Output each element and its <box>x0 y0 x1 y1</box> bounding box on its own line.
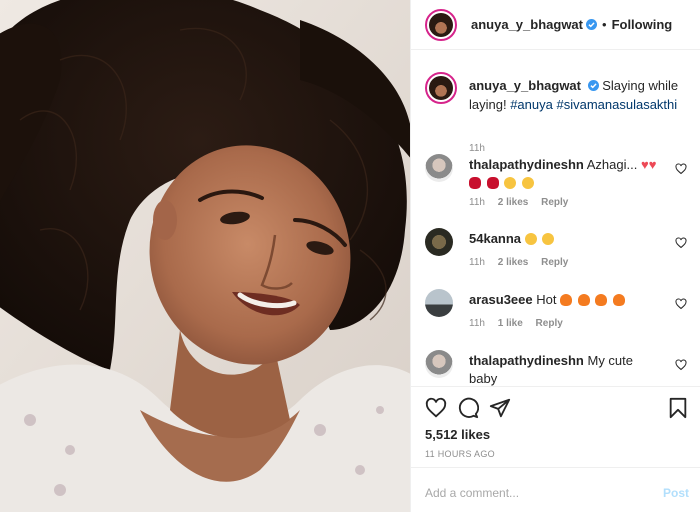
verified-badge-icon <box>586 19 597 30</box>
comment-likes[interactable]: 2 likes <box>498 197 529 208</box>
wink-kiss-emoji-icon <box>504 177 517 189</box>
commenter-avatar[interactable] <box>425 289 453 317</box>
post-timestamp[interactable]: 11 HOURS AGO <box>425 449 495 459</box>
post-side-panel: anuya_y_bhagwat • Following anuya_y_bhag… <box>410 0 700 512</box>
comment-meta: 11h 1 like Reply <box>469 318 573 329</box>
grin-emoji-icon <box>524 233 537 245</box>
comment-text: thalapathydineshn My cute baby <box>469 352 659 386</box>
fire-emoji-icon <box>612 294 625 306</box>
heart-icon[interactable] <box>425 397 447 419</box>
comment-icon[interactable] <box>457 397 479 419</box>
comment-body: Hot <box>536 292 557 307</box>
comment-time[interactable]: 11h <box>469 197 485 208</box>
post-actions: 5,512 likes 11 HOURS AGO Add a comment..… <box>411 386 700 512</box>
share-icon[interactable] <box>489 397 511 419</box>
comment-username[interactable]: arasu3eee <box>469 292 533 307</box>
comment-item: arasu3eee Hot 11h 1 like Reply <box>425 289 691 349</box>
following-button[interactable]: Following <box>612 17 673 32</box>
comment-like-heart-icon[interactable] <box>675 298 687 310</box>
comment-body: Azhagi... <box>586 157 638 172</box>
add-comment-input[interactable]: Add a comment... <box>425 486 519 500</box>
action-icons <box>425 397 689 421</box>
fire-emoji-icon <box>577 294 590 306</box>
author-avatar[interactable] <box>425 8 457 41</box>
comment-item: thalapathydineshn My cute baby <box>425 350 691 386</box>
comment-meta: 11h 2 likes Reply <box>469 197 578 208</box>
comment-like-heart-icon[interactable] <box>675 237 687 249</box>
comment-item: 54kanna 11h 2 likes Reply <box>425 228 691 288</box>
comment-text: arasu3eee Hot <box>469 291 659 309</box>
fire-emoji-icon <box>560 294 573 306</box>
post-photo[interactable] <box>0 0 410 512</box>
comment-likes[interactable]: 2 likes <box>498 257 529 268</box>
likes-count[interactable]: 5,512 likes <box>425 427 490 442</box>
red-heart-emoji-icon: ♥♥ <box>640 157 657 172</box>
comment-username[interactable]: thalapathydineshn <box>469 353 584 368</box>
add-comment-bar: Add a comment... Post <box>411 467 700 512</box>
comment-time[interactable]: 11h <box>469 318 485 329</box>
comments-list[interactable]: anuya_y_bhagwat Slaying while laying! #a… <box>411 50 700 386</box>
fire-emoji-icon <box>595 294 608 306</box>
portrait-illustration <box>0 0 410 512</box>
wink-kiss-emoji-icon <box>521 177 534 189</box>
hashtag-link[interactable]: #anuya <box>510 97 553 112</box>
verified-badge-icon <box>587 80 599 91</box>
reply-button[interactable]: Reply <box>536 318 563 329</box>
caption-text: anuya_y_bhagwat Slaying while laying! #a… <box>469 76 691 114</box>
post-header: anuya_y_bhagwat • Following <box>411 0 700 50</box>
caption-username[interactable]: anuya_y_bhagwat <box>469 78 581 93</box>
comment-username[interactable]: thalapathydineshn <box>469 157 584 172</box>
caption-avatar[interactable] <box>425 72 457 104</box>
lips-emoji-icon <box>486 177 499 189</box>
comment-like-heart-icon[interactable] <box>675 163 687 175</box>
author-username[interactable]: anuya_y_bhagwat <box>471 17 583 32</box>
commenter-avatar[interactable] <box>425 154 453 182</box>
comment-text: thalapathydineshn Azhagi... ♥♥ <box>469 156 659 192</box>
reply-button[interactable]: Reply <box>541 197 568 208</box>
commenter-avatar[interactable] <box>425 350 453 378</box>
comment-time[interactable]: 11h <box>469 257 485 268</box>
bookmark-icon[interactable] <box>667 397 689 419</box>
comment-username[interactable]: 54kanna <box>469 231 521 246</box>
commenter-avatar[interactable] <box>425 228 453 256</box>
post-comment-button[interactable]: Post <box>663 486 689 500</box>
comment-like-heart-icon[interactable] <box>675 359 687 371</box>
hashtag-link[interactable]: #sivamanasulasakthi <box>556 97 677 112</box>
separator-dot: • <box>602 17 607 32</box>
lips-emoji-icon <box>469 177 481 189</box>
comment-likes[interactable]: 1 like <box>498 318 523 329</box>
caption-time[interactable]: 11h <box>469 143 485 154</box>
comment-text: 54kanna <box>469 230 659 248</box>
instagram-post-view: anuya_y_bhagwat • Following anuya_y_bhag… <box>0 0 700 512</box>
grin-emoji-icon <box>542 233 555 245</box>
comment-meta: 11h 2 likes Reply <box>469 257 578 268</box>
reply-button[interactable]: Reply <box>541 257 568 268</box>
comment-item: thalapathydineshn Azhagi... ♥♥ 11h 2 lik… <box>425 154 691 214</box>
